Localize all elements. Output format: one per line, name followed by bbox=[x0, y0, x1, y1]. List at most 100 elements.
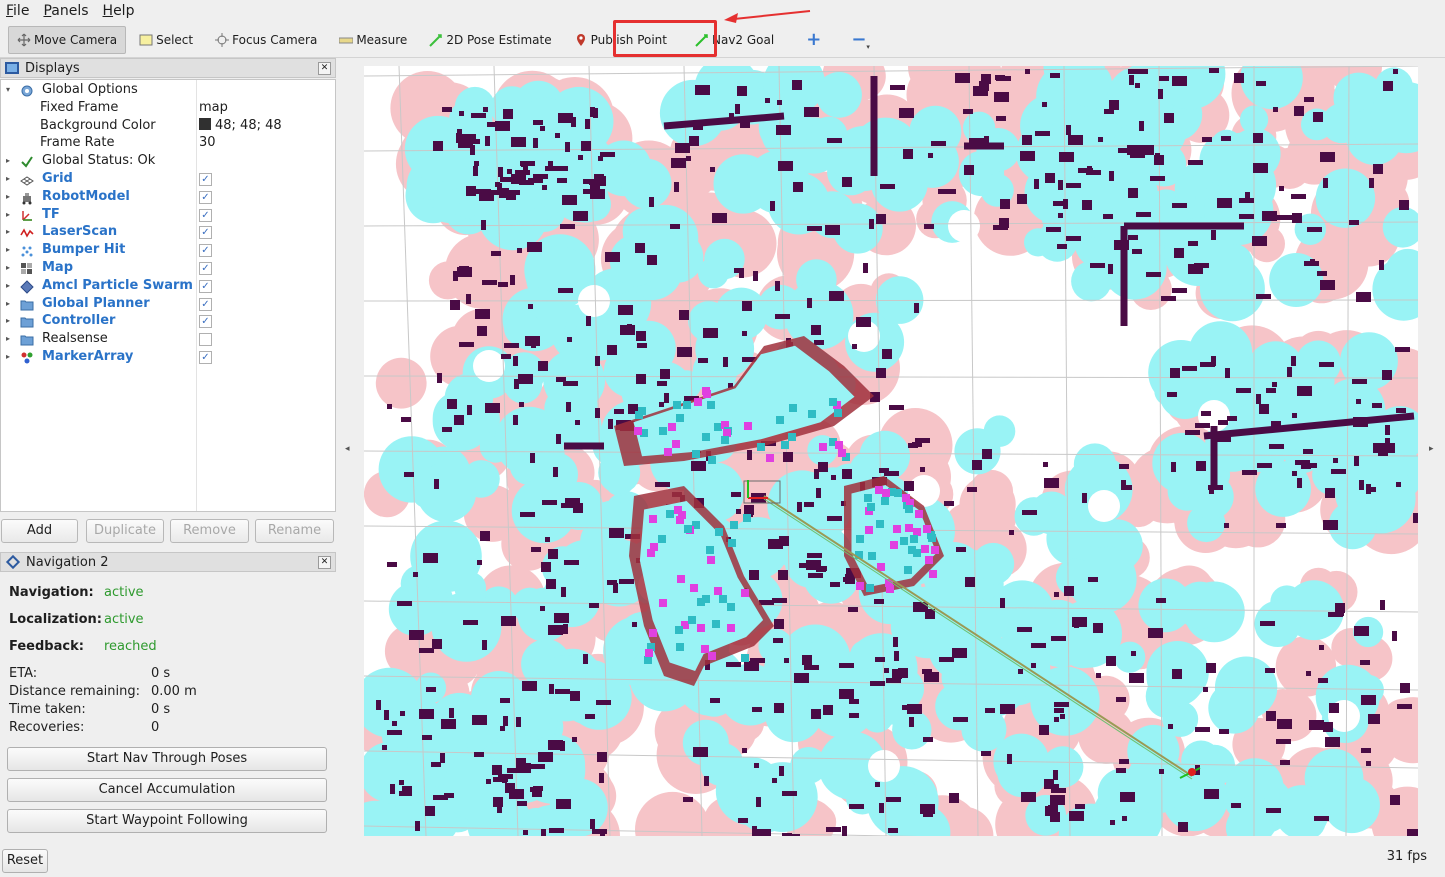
menu-panels[interactable]: Panels bbox=[43, 3, 88, 19]
expand-arrow-icon[interactable]: ▸ bbox=[6, 330, 10, 348]
display-checkbox[interactable]: ✓ bbox=[199, 351, 212, 364]
obstacle-cell bbox=[1256, 394, 1261, 404]
expand-arrow-icon[interactable]: ▸ bbox=[6, 348, 10, 366]
lethal-cell bbox=[904, 566, 912, 574]
display-checkbox[interactable]: ✓ bbox=[199, 190, 212, 204]
display-value[interactable]: 30 bbox=[199, 135, 216, 150]
left-splitter[interactable]: ◂ bbox=[338, 58, 362, 838]
obstacle-cell bbox=[1201, 411, 1211, 416]
lethal-cell bbox=[684, 525, 692, 533]
display-row[interactable]: ▸ Global Planner ✓ bbox=[1, 295, 335, 313]
obstacle-cell bbox=[495, 121, 510, 131]
remove-button[interactable]: Remove bbox=[170, 519, 249, 543]
costmap-cell bbox=[1114, 641, 1146, 673]
expand-arrow-icon[interactable]: ▸ bbox=[6, 188, 10, 206]
tool-nav2-goal[interactable]: Nav2 Goal bbox=[686, 26, 783, 54]
tool-publish-point[interactable]: Publish Point bbox=[565, 26, 676, 54]
tool-focus-camera[interactable]: Focus Camera bbox=[206, 26, 326, 54]
display-row[interactable]: ▾ Global Options bbox=[1, 81, 335, 99]
expand-arrow-icon[interactable]: ▸ bbox=[6, 152, 10, 170]
display-row[interactable]: Frame Rate 30 bbox=[1, 134, 335, 152]
obstacle-cell bbox=[939, 657, 954, 662]
display-row[interactable]: ▸ RobotModel ✓ bbox=[1, 188, 335, 206]
display-checkbox[interactable]: ✓ bbox=[199, 226, 212, 240]
rename-button[interactable]: Rename bbox=[255, 519, 334, 543]
display-checkbox[interactable]: ✓ bbox=[199, 173, 212, 186]
obstacle-cell bbox=[500, 698, 510, 703]
lethal-cell bbox=[728, 539, 736, 547]
obstacle-cell bbox=[1256, 81, 1266, 86]
display-value[interactable]: 48; 48; 48 bbox=[199, 117, 282, 133]
collapse-right-icon[interactable]: ▸ bbox=[1429, 444, 1434, 454]
display-row[interactable]: Fixed Frame map bbox=[1, 99, 335, 117]
display-row[interactable]: Background Color 48; 48; 48 bbox=[1, 117, 335, 135]
display-row[interactable]: ▸ Global Status: Ok bbox=[1, 152, 335, 170]
expand-arrow-icon[interactable]: ▸ bbox=[6, 295, 10, 313]
display-checkbox[interactable]: ✓ bbox=[199, 297, 212, 311]
expand-arrow-icon[interactable]: ▸ bbox=[6, 223, 10, 241]
display-row[interactable]: ▸ Map ✓ bbox=[1, 259, 335, 277]
close-icon[interactable]: ✕ bbox=[318, 556, 331, 569]
tool-2d-pose-estimate[interactable]: 2D Pose Estimate bbox=[420, 26, 560, 54]
display-row[interactable]: ▸ Realsense bbox=[1, 330, 335, 348]
expand-arrow-icon[interactable]: ▸ bbox=[6, 312, 10, 330]
obstacle-cell bbox=[466, 294, 471, 304]
costmap-cell bbox=[832, 203, 883, 254]
display-row[interactable]: ▸ Controller ✓ bbox=[1, 312, 335, 330]
close-icon[interactable]: ✕ bbox=[318, 62, 331, 75]
navigation-label: Navigation: bbox=[9, 585, 94, 600]
tool-move-camera[interactable]: Move Camera bbox=[8, 25, 127, 54]
display-row[interactable]: ▸ MarkerArray ✓ bbox=[1, 348, 335, 366]
obstacle-cell bbox=[597, 752, 607, 762]
obstacle-cell bbox=[1054, 592, 1059, 597]
display-value[interactable]: map bbox=[199, 100, 228, 115]
menu-file[interactable]: File bbox=[6, 3, 29, 19]
add-tool-button[interactable]: + bbox=[801, 26, 826, 54]
add-button[interactable]: Add bbox=[1, 519, 78, 543]
tool-measure[interactable]: Measure bbox=[330, 26, 416, 54]
status-ok-icon bbox=[20, 155, 34, 168]
display-checkbox[interactable]: ✓ bbox=[199, 208, 212, 222]
expand-arrow-icon[interactable]: ▸ bbox=[6, 259, 10, 277]
collapse-arrow-icon[interactable]: ▾ bbox=[6, 81, 10, 99]
obstacle-cell bbox=[432, 639, 442, 649]
obstacle-cell bbox=[1021, 792, 1036, 802]
start-nav-through-poses-button[interactable]: Start Nav Through Poses bbox=[7, 747, 327, 771]
display-row[interactable]: ▸ TF ✓ bbox=[1, 206, 335, 224]
lethal-cell bbox=[647, 549, 655, 557]
expand-arrow-icon[interactable]: ▸ bbox=[6, 170, 10, 188]
remove-tool-button[interactable]: − ▾ bbox=[846, 26, 875, 54]
display-checkbox[interactable]: ✓ bbox=[199, 279, 212, 293]
obstacle-cell bbox=[770, 201, 775, 211]
display-value-text: map bbox=[199, 99, 228, 115]
display-row[interactable]: ▸ Grid ✓ bbox=[1, 170, 335, 188]
menu-help[interactable]: Help bbox=[103, 3, 135, 19]
display-buttons: Add Duplicate Remove Rename bbox=[0, 519, 338, 545]
lethal-cell bbox=[690, 584, 698, 592]
display-checkbox[interactable]: ✓ bbox=[199, 244, 212, 258]
cancel-accumulation-button[interactable]: Cancel Accumulation bbox=[7, 778, 327, 802]
collapse-left-icon[interactable]: ◂ bbox=[345, 444, 350, 454]
display-row[interactable]: ▸ LaserScan ✓ bbox=[1, 223, 335, 241]
lethal-cell bbox=[894, 489, 902, 497]
obstacle-cell bbox=[1219, 729, 1229, 734]
expand-arrow-icon[interactable]: ▸ bbox=[6, 277, 10, 295]
start-waypoint-following-button[interactable]: Start Waypoint Following bbox=[7, 809, 327, 833]
obstacle-cell bbox=[804, 665, 819, 670]
display-checkbox[interactable]: ✓ bbox=[199, 315, 212, 329]
render-viewport[interactable] bbox=[364, 66, 1418, 836]
obstacle-cell bbox=[1039, 725, 1049, 735]
display-checkbox[interactable]: ✓ bbox=[199, 262, 212, 275]
expand-arrow-icon[interactable]: ▸ bbox=[6, 206, 10, 224]
reset-button[interactable]: Reset bbox=[2, 849, 48, 873]
obstacle-cell bbox=[387, 404, 392, 409]
display-row[interactable]: ▸ Amcl Particle Swarm ✓ bbox=[1, 277, 335, 295]
obstacle-cell bbox=[898, 668, 908, 678]
lethal-cell bbox=[683, 401, 691, 409]
display-row[interactable]: ▸ Bumper Hit ✓ bbox=[1, 241, 335, 259]
expand-arrow-icon[interactable]: ▸ bbox=[6, 241, 10, 259]
tool-select[interactable]: Select bbox=[130, 26, 202, 54]
duplicate-button[interactable]: Duplicate bbox=[86, 519, 164, 543]
display-checkbox[interactable] bbox=[199, 333, 212, 347]
right-splitter[interactable]: ▸ bbox=[1419, 58, 1445, 838]
